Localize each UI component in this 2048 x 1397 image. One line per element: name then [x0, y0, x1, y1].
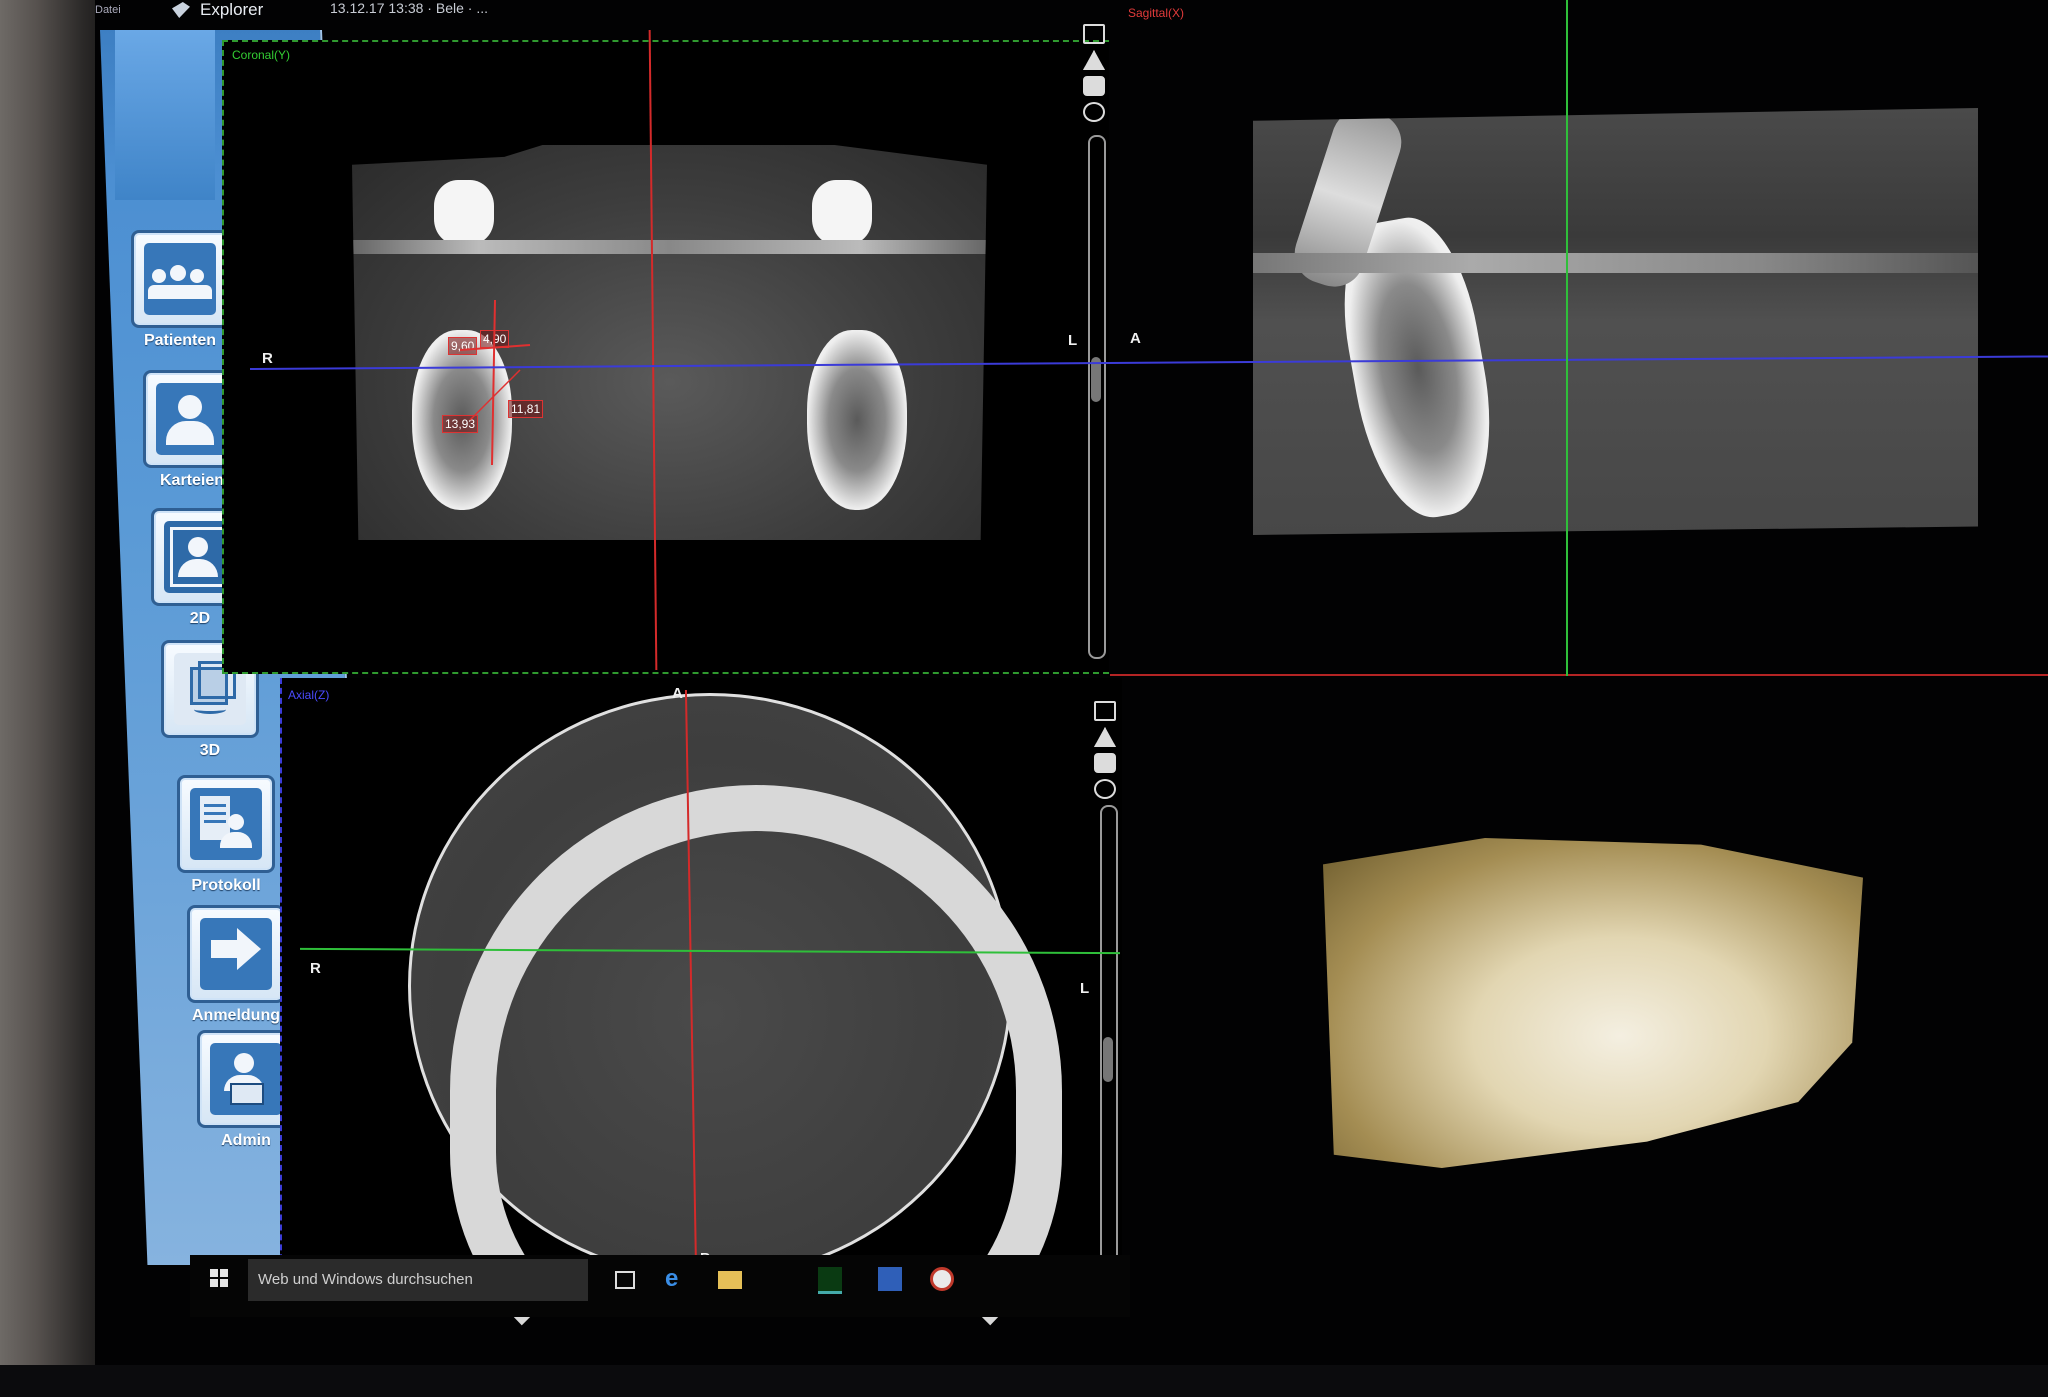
maximize-icon[interactable] [1094, 701, 1116, 721]
menu-datei[interactable]: Datei [95, 4, 121, 16]
axial-slice-scrollbar[interactable] [1100, 805, 1118, 1279]
app-title: Explorer [200, 0, 264, 19]
axial-orient-right: R [310, 960, 321, 977]
coronal-orient-left: L [1068, 332, 1078, 349]
coronal-slice-scrollbar[interactable] [1088, 135, 1106, 659]
title-bar: Datei Explorer 13.12.17 13:38 · Bele · .… [90, 0, 650, 28]
camera-icon[interactable] [1094, 753, 1116, 773]
camera-icon[interactable] [1083, 76, 1105, 96]
task-view-icon[interactable] [615, 1271, 635, 1289]
measurement-lines [459, 300, 531, 466]
login-arrow-icon [187, 905, 285, 1003]
coronal-toolbar [1083, 18, 1105, 128]
axial-toolbar [1094, 695, 1116, 805]
scroll-thumb[interactable] [1103, 1037, 1113, 1082]
coronal-orient-right: R [262, 350, 273, 367]
sidebar-item-anmeldung[interactable]: Anmeldung [176, 905, 296, 1025]
triangle-tool-icon[interactable] [1094, 727, 1116, 747]
crosshair-green-vertical [1566, 0, 1568, 676]
sidebar-header [115, 30, 215, 200]
sidebar-item-label: Anmeldung [192, 1007, 280, 1024]
axial-label: Axial(Z) [288, 688, 330, 702]
sagittal-label: Sagittal(X) [1128, 6, 1185, 20]
sidebar-item-label: Protokoll [191, 877, 261, 894]
undo-icon[interactable] [1094, 779, 1116, 799]
sagittal-ct-slice [1253, 108, 1978, 535]
word-icon[interactable] [878, 1267, 902, 1291]
crosshair-red-horizontal [1110, 674, 2048, 676]
taskbar: Web und Windows durchsuchen e [190, 1255, 1130, 1317]
windows-start-icon[interactable] [210, 1269, 228, 1287]
datetime-text: 13.12.17 13:38 · Bele · ... [330, 0, 488, 16]
protocol-icon [177, 775, 275, 873]
undo-icon[interactable] [1083, 102, 1105, 122]
maximize-icon[interactable] [1083, 24, 1105, 44]
galileos-icon[interactable] [818, 1267, 842, 1294]
sagittal-orient-anterior: A [1130, 330, 1141, 347]
sidebar-item-protokoll[interactable]: Protokoll [166, 775, 286, 895]
patients-icon [131, 230, 229, 328]
search-input[interactable]: Web und Windows durchsuchen [248, 1259, 588, 1301]
axial-orient-anterior: A [672, 685, 683, 702]
file-explorer-icon[interactable] [718, 1271, 742, 1289]
coronal-label: Coronal(Y) [232, 48, 291, 62]
edge-browser-icon[interactable]: e [665, 1267, 689, 1291]
explorer-icon [172, 2, 190, 18]
axial-orient-left: L [1080, 980, 1090, 997]
triangle-tool-icon[interactable] [1083, 50, 1105, 70]
app-r-icon[interactable] [930, 1267, 954, 1291]
sidebar-item-label: 3D [199, 742, 221, 759]
